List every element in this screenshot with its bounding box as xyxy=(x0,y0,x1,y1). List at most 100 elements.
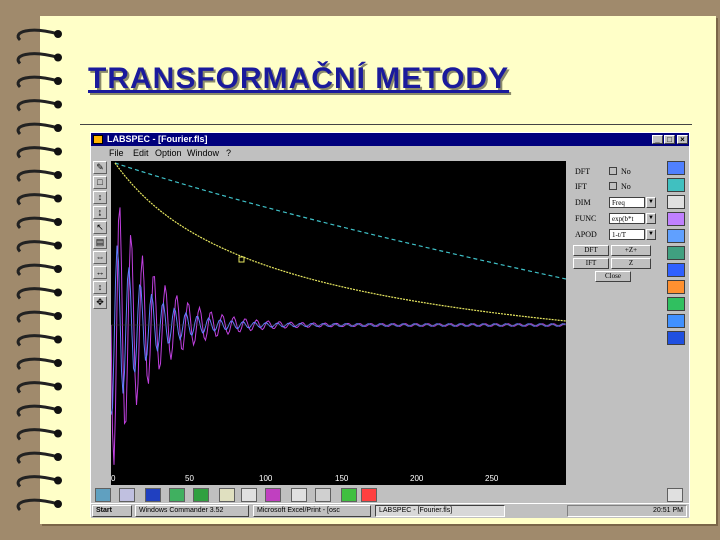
stretch-tool-icon[interactable]: ↕ xyxy=(93,281,107,294)
task-windows-commander[interactable]: Windows Commander 3.52 xyxy=(135,505,249,517)
spiral-hole xyxy=(54,30,62,38)
x-tick: 50 xyxy=(185,474,194,483)
apod-dropdown-icon[interactable]: ▼ xyxy=(646,229,656,240)
fft-icon[interactable] xyxy=(667,212,685,226)
spiral-hole xyxy=(54,312,62,320)
spiral-ring xyxy=(16,75,59,89)
dft-button[interactable]: DFT xyxy=(573,245,609,256)
spiral-hole xyxy=(54,77,62,85)
shift-y-tool-icon[interactable]: ↨ xyxy=(93,206,107,219)
spiral-hole xyxy=(54,500,62,508)
func-select[interactable]: exp(b*t xyxy=(609,213,645,224)
plot-area[interactable] xyxy=(110,161,567,473)
spiral-hole xyxy=(54,406,62,414)
labspec-window: LABSPEC - [Fourier.fls] _ □ × File Edit … xyxy=(90,132,690,518)
close-button[interactable]: × xyxy=(677,135,688,144)
dft-checkbox[interactable] xyxy=(609,167,617,175)
peak-icon[interactable] xyxy=(667,297,685,311)
select-tool-icon[interactable]: □ xyxy=(93,176,107,189)
spiral-ring xyxy=(16,28,59,42)
bars-icon[interactable] xyxy=(667,314,685,328)
grid-tool-icon[interactable]: ▤ xyxy=(93,236,107,249)
save-icon[interactable] xyxy=(145,488,161,502)
spiral-ring xyxy=(16,146,59,159)
spiral-ring xyxy=(16,404,59,418)
decay-curve-yellow xyxy=(114,162,567,322)
spiral-ring xyxy=(16,498,59,512)
task-labspec[interactable]: LABSPEC - [Fourier.fls] xyxy=(375,505,505,517)
stats-icon[interactable] xyxy=(219,488,235,502)
dim-select[interactable]: Freq xyxy=(609,197,645,208)
title-rule xyxy=(80,124,692,125)
minimize-button[interactable]: _ xyxy=(652,135,663,144)
pointer-tool-icon[interactable]: ↖ xyxy=(93,221,107,234)
list-icon[interactable] xyxy=(667,195,685,209)
menu-window[interactable]: Window xyxy=(187,147,219,159)
spiral-hole xyxy=(54,171,62,179)
spiral-hole xyxy=(54,429,62,438)
wave-icon[interactable] xyxy=(667,229,685,243)
shift-x-tool-icon[interactable]: ↔ xyxy=(93,266,107,279)
image-icon[interactable] xyxy=(265,488,281,502)
zoom-in-button[interactable]: +Z+ xyxy=(611,245,651,256)
app-icon[interactable] xyxy=(93,135,103,144)
transfer-icon[interactable] xyxy=(193,488,209,502)
mark-icon[interactable] xyxy=(241,488,257,502)
excel-icon[interactable] xyxy=(341,488,357,502)
ift-button[interactable]: IFT xyxy=(573,258,609,269)
spiral-hole xyxy=(54,453,62,461)
zoom-x-tool-icon[interactable]: ⇔ xyxy=(93,251,107,264)
spiral-ring xyxy=(16,263,59,277)
spectrum-icon[interactable] xyxy=(667,246,685,260)
scale-y-tool-icon[interactable]: ↕ xyxy=(93,191,107,204)
menu-edit[interactable]: Edit xyxy=(133,147,149,159)
paint-icon[interactable] xyxy=(291,488,307,502)
pen-tool-icon[interactable]: ✎ xyxy=(93,161,107,174)
spiral-hole xyxy=(54,359,62,367)
ift-checkbox[interactable] xyxy=(609,182,617,190)
spiral-ring xyxy=(16,475,59,488)
move-tool-icon[interactable]: ✥ xyxy=(93,296,107,309)
fourier-control-panel: DFT No IFT No DIM Freq ▼ FUNC exp(b*t ▼ … xyxy=(569,161,663,282)
scope-icon[interactable] xyxy=(667,263,685,277)
window-titlebar[interactable]: LABSPEC - [Fourier.fls] _ □ × xyxy=(91,133,689,146)
window-title: LABSPEC - [Fourier.fls] xyxy=(107,134,208,144)
data-icon[interactable] xyxy=(169,488,185,502)
analyze-icon[interactable] xyxy=(667,331,685,345)
spiral-ring xyxy=(16,122,59,136)
start-button[interactable]: Start xyxy=(92,505,132,517)
cursor-marker[interactable] xyxy=(238,256,245,263)
dim-row: DIM Freq ▼ xyxy=(569,196,659,209)
palette-icon[interactable] xyxy=(667,161,685,175)
maximize-button[interactable]: □ xyxy=(664,135,675,144)
menu-file[interactable]: File xyxy=(109,147,124,159)
system-tray: 20:51 PM xyxy=(567,505,687,517)
dft-value: No xyxy=(621,167,631,176)
apod-select[interactable]: 1-t/T xyxy=(609,229,645,240)
report-icon[interactable] xyxy=(361,488,377,502)
camera-icon[interactable] xyxy=(95,488,111,502)
printer-icon[interactable] xyxy=(315,488,331,502)
func-row: FUNC exp(b*t ▼ xyxy=(569,212,659,225)
menu-help[interactable]: ? xyxy=(226,147,231,159)
menu-bar: File Edit Option Window ? xyxy=(91,147,689,159)
spiral-hole xyxy=(54,194,62,203)
panel-close-button[interactable]: Close xyxy=(595,271,631,282)
chart-icon[interactable] xyxy=(667,178,685,192)
func-dropdown-icon[interactable]: ▼ xyxy=(646,213,656,224)
filter-icon[interactable] xyxy=(667,280,685,294)
dim-dropdown-icon[interactable]: ▼ xyxy=(646,197,656,208)
spiral-binding xyxy=(16,28,62,512)
spiral-hole xyxy=(54,100,62,109)
spiral-hole xyxy=(54,265,62,273)
task-excel-print[interactable]: Microsoft Excel/Print - [osc xyxy=(253,505,371,517)
signal-plot xyxy=(110,162,567,465)
top-icon[interactable] xyxy=(667,488,683,502)
tools-icon[interactable] xyxy=(119,488,135,502)
left-toolbar: ✎ □ ↕ ↨ ↖ ▤ ⇔ ↔ ↕ ✥ xyxy=(93,161,109,321)
zoom-button[interactable]: Z xyxy=(611,258,651,269)
slide-title: TRANSFORMAČNÍ METODY xyxy=(88,62,510,95)
menu-option[interactable]: Option xyxy=(155,147,182,159)
x-tick: 100 xyxy=(259,474,273,483)
spiral-ring xyxy=(16,193,59,206)
